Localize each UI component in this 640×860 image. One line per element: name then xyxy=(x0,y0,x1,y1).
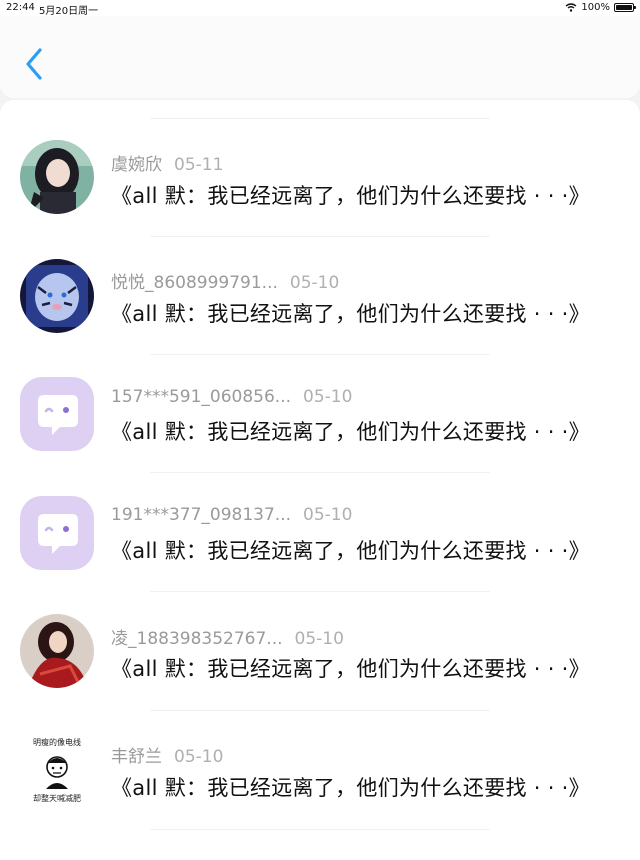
message-preview: 《all 默：我已经远离了，他们为什么还要找 · · ·》 xyxy=(111,184,590,208)
message-preview: 《all 默：我已经远离了，他们为什么还要找 · · ·》 xyxy=(111,420,590,444)
list-item[interactable] xyxy=(0,120,640,238)
sender-line: 191***377_098137... 05-10 xyxy=(111,505,352,525)
battery-percent: 100% xyxy=(581,2,610,13)
message-date: 05-10 xyxy=(303,387,353,407)
avatar-photo xyxy=(20,259,94,333)
sender-line: 悦悦_8608999791... 05-10 xyxy=(111,268,339,293)
message-preview: 《all 默：我已经远离了，他们为什么还要找 · · ·》 xyxy=(111,539,590,563)
back-button[interactable] xyxy=(18,46,52,82)
list-item[interactable] xyxy=(0,356,640,474)
message-preview: 《all 默：我已经远离了，他们为什么还要找 · · ·》 xyxy=(111,776,590,800)
meme-avatar: 明瘦的像电线 却整天喊减肥 xyxy=(20,733,94,807)
avatar[interactable] xyxy=(20,377,94,451)
message-date: 05-10 xyxy=(294,629,344,649)
sender-name: 丰舒兰 xyxy=(111,747,162,767)
status-bar: 22:44 5月20日周一 100% xyxy=(0,0,640,17)
sender-name: 157***591_060856... xyxy=(111,387,292,407)
avatar-caption-bottom: 却整天喊减肥 xyxy=(33,793,81,803)
wifi-icon xyxy=(565,3,577,12)
sender-line: 丰舒兰 05-10 xyxy=(111,742,223,767)
message-preview: 《all 默：我已经远离了，他们为什么还要找 · · ·》 xyxy=(111,302,590,326)
chat-bubble-icon xyxy=(38,514,78,554)
nav-bar xyxy=(0,16,640,98)
battery-icon xyxy=(614,3,636,12)
avatar[interactable] xyxy=(20,496,94,570)
chevron-left-icon xyxy=(26,48,42,80)
list-item[interactable] xyxy=(0,593,640,711)
avatar[interactable]: 明瘦的像电线 却整天喊减肥 xyxy=(20,733,94,807)
sender-name: 凌_188398352767... xyxy=(111,629,283,649)
status-right: 100% xyxy=(565,2,636,13)
avatar[interactable] xyxy=(20,140,94,214)
avatar-photo xyxy=(20,614,94,688)
message-date: 05-10 xyxy=(303,505,353,525)
message-date: 05-10 xyxy=(289,273,340,293)
list-item[interactable] xyxy=(0,474,640,592)
sender-name: 虞婉欣 xyxy=(111,155,162,175)
status-time: 22:44 xyxy=(6,2,35,13)
list-item[interactable] xyxy=(0,712,640,830)
avatar[interactable] xyxy=(20,614,94,688)
message-preview: 《all 默：我已经远离了，他们为什么还要找 · · ·》 xyxy=(111,657,590,681)
message-date: 05-10 xyxy=(174,747,224,767)
avatar-caption-top: 明瘦的像电线 xyxy=(33,737,81,747)
avatar-photo xyxy=(20,140,94,214)
sender-name: 悦悦_8608999791... xyxy=(111,273,278,293)
chat-bubble-icon xyxy=(38,395,78,435)
sender-name: 191***377_098137... xyxy=(111,505,292,525)
sender-line: 凌_188398352767... 05-10 xyxy=(111,624,344,649)
divider xyxy=(150,118,490,119)
status-date: 5月20日周一 xyxy=(39,6,99,17)
list-item[interactable] xyxy=(0,238,640,356)
message-date: 05-11 xyxy=(174,155,224,175)
avatar[interactable] xyxy=(20,259,94,333)
sender-line: 虞婉欣 05-11 xyxy=(111,150,223,175)
sender-line: 157***591_060856... 05-10 xyxy=(111,387,352,407)
